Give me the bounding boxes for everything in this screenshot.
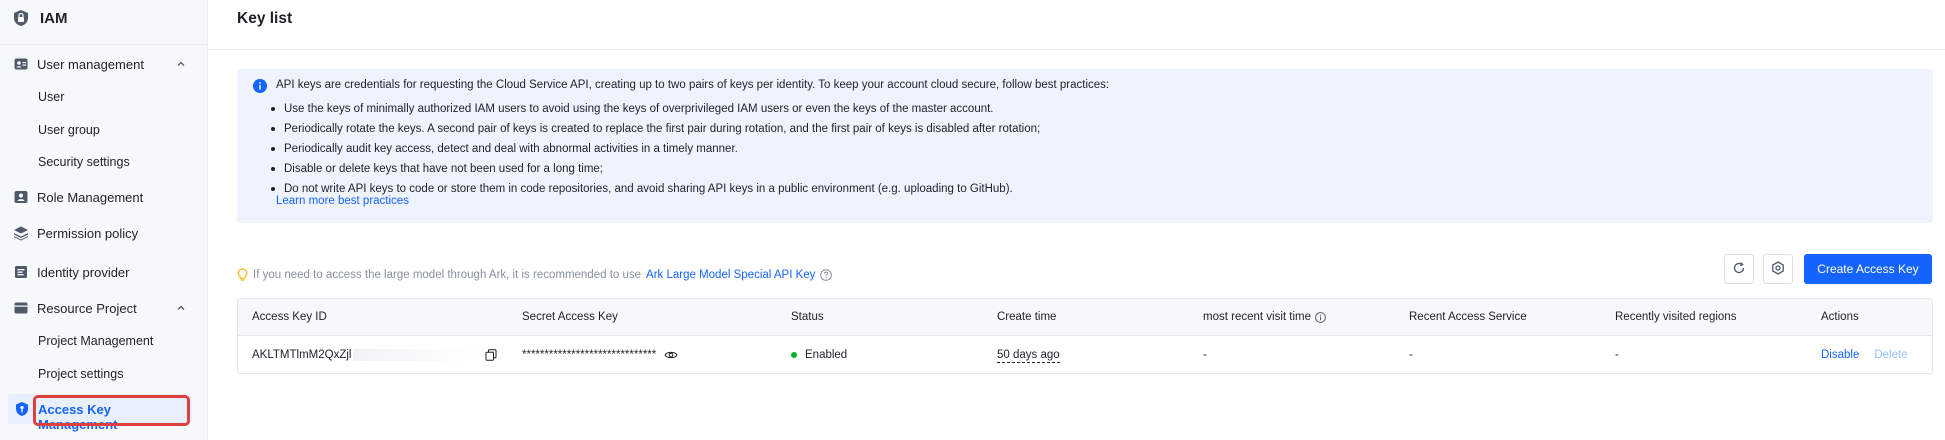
actions-cell: Disable Delete	[1821, 349, 1908, 361]
info-outline-icon[interactable]	[1315, 311, 1326, 323]
list-item: Use the keys of minimally authorized IAM…	[267, 99, 1040, 119]
sidebar-item-permission-policy[interactable]: Permission policy	[0, 219, 207, 247]
column-header: Secret Access Key	[522, 311, 618, 323]
sidebar-item-label: Resource Project	[37, 300, 137, 316]
sidebar-item-label: User management	[37, 56, 144, 72]
info-icon	[253, 79, 267, 93]
table-header: Access Key ID Secret Access Key Status C…	[238, 299, 1932, 336]
ark-hint: If you need to access the large model th…	[237, 267, 833, 283]
header-divider	[208, 49, 1945, 50]
sidebar-item-access-key-management[interactable]: Access Key Management	[8, 394, 192, 432]
sidebar-item-label: Project Management	[38, 334, 154, 348]
sidebar-item-user[interactable]: User	[0, 84, 207, 110]
copy-icon[interactable]	[485, 349, 497, 361]
sidebar-item-user-group[interactable]: User group	[0, 117, 207, 143]
sidebar-item-identity-provider[interactable]: Identity provider	[0, 258, 207, 286]
list-item: Periodically rotate the keys. A second p…	[267, 119, 1040, 139]
list-item: Disable or delete keys that have not bee…	[267, 159, 1040, 179]
sidebar-item-label: Role Management	[37, 189, 144, 205]
sidebar-item-label: Project settings	[38, 367, 124, 381]
access-key-id-cell: AKLTMTlmM2QxZjl	[252, 349, 497, 361]
settings-button[interactable]	[1763, 254, 1793, 284]
sidebar-item-role-management[interactable]: Role Management	[0, 183, 207, 211]
sidebar-item-label: Identity provider	[37, 264, 130, 280]
learn-more-link[interactable]: Learn more best practices	[276, 195, 409, 207]
best-practices-list: Use the keys of minimally authorized IAM…	[267, 99, 1040, 199]
role-icon	[13, 189, 29, 205]
ark-api-key-link[interactable]: Ark Large Model Special API Key	[646, 269, 815, 281]
column-header: Create time	[997, 311, 1057, 323]
info-alert: API keys are credentials for requesting …	[237, 69, 1933, 223]
secret-access-key: ******************************	[522, 349, 657, 361]
delete-button[interactable]: Delete	[1874, 349, 1907, 361]
access-key-id: AKLTMTlmM2QxZjl	[252, 349, 352, 361]
sidebar: IAM User management User User group Secu…	[0, 0, 208, 440]
disable-button[interactable]: Disable	[1821, 349, 1859, 361]
column-header: Access Key ID	[252, 311, 327, 323]
secret-access-key-cell: ******************************	[522, 349, 678, 361]
sidebar-item-label: Permission policy	[37, 225, 139, 241]
refresh-button[interactable]	[1724, 254, 1754, 284]
create-access-key-button[interactable]: Create Access Key	[1804, 254, 1932, 284]
sidebar-item-label: Security settings	[38, 155, 130, 169]
key-id-fade	[353, 349, 482, 361]
column-header: Recent Access Service	[1409, 311, 1527, 323]
brand: IAM	[12, 8, 68, 28]
create-time-cell: 50 days ago	[997, 349, 1060, 363]
refresh-icon	[1732, 261, 1746, 278]
page-title: Key list	[237, 10, 293, 27]
id-card-icon	[13, 264, 29, 280]
recent-visit-cell: -	[1203, 349, 1207, 361]
recent-regions-cell: -	[1615, 349, 1619, 361]
recent-service-cell: -	[1409, 349, 1413, 361]
column-header-label: most recent visit time	[1203, 311, 1311, 323]
column-header: Actions	[1821, 311, 1859, 323]
sidebar-item-label: Access Key Management	[38, 402, 118, 432]
hint-text: If you need to access the large model th…	[253, 269, 642, 281]
layers-icon	[13, 225, 29, 241]
help-icon[interactable]	[820, 269, 833, 281]
key-table: Access Key ID Secret Access Key Status C…	[237, 298, 1933, 374]
column-header: Status	[791, 311, 824, 323]
user-management-icon	[13, 56, 29, 72]
column-header-recent-visit: most recent visit time	[1203, 311, 1326, 323]
sidebar-item-label: User group	[38, 123, 100, 137]
eye-icon[interactable]	[664, 350, 678, 360]
sidebar-item-project-settings[interactable]: Project settings	[0, 361, 207, 387]
brand-title: IAM	[40, 9, 68, 27]
status-badge: Enabled	[805, 349, 848, 361]
column-header: Recently visited regions	[1615, 311, 1737, 323]
sidebar-item-label: User	[38, 90, 65, 104]
chevron-up-icon[interactable]	[176, 303, 186, 313]
chevron-up-icon[interactable]	[176, 59, 186, 69]
gear-icon	[1771, 260, 1785, 278]
folder-icon	[13, 300, 29, 316]
status-cell: Enabled	[791, 349, 847, 361]
shield-key-icon	[14, 401, 30, 417]
info-intro-text: API keys are credentials for requesting …	[276, 79, 1110, 91]
lightbulb-icon	[237, 268, 248, 282]
create-time[interactable]: 50 days ago	[997, 349, 1060, 363]
sidebar-divider	[0, 44, 207, 45]
sidebar-item-user-management[interactable]: User management	[0, 50, 207, 78]
list-item: Periodically audit key access, detect an…	[267, 139, 1040, 159]
sidebar-item-project-management[interactable]: Project Management	[0, 328, 207, 354]
sidebar-item-security-settings[interactable]: Security settings	[0, 149, 207, 175]
sidebar-item-resource-project[interactable]: Resource Project	[0, 294, 207, 322]
status-dot	[791, 352, 797, 358]
iam-lock-icon	[12, 9, 30, 27]
